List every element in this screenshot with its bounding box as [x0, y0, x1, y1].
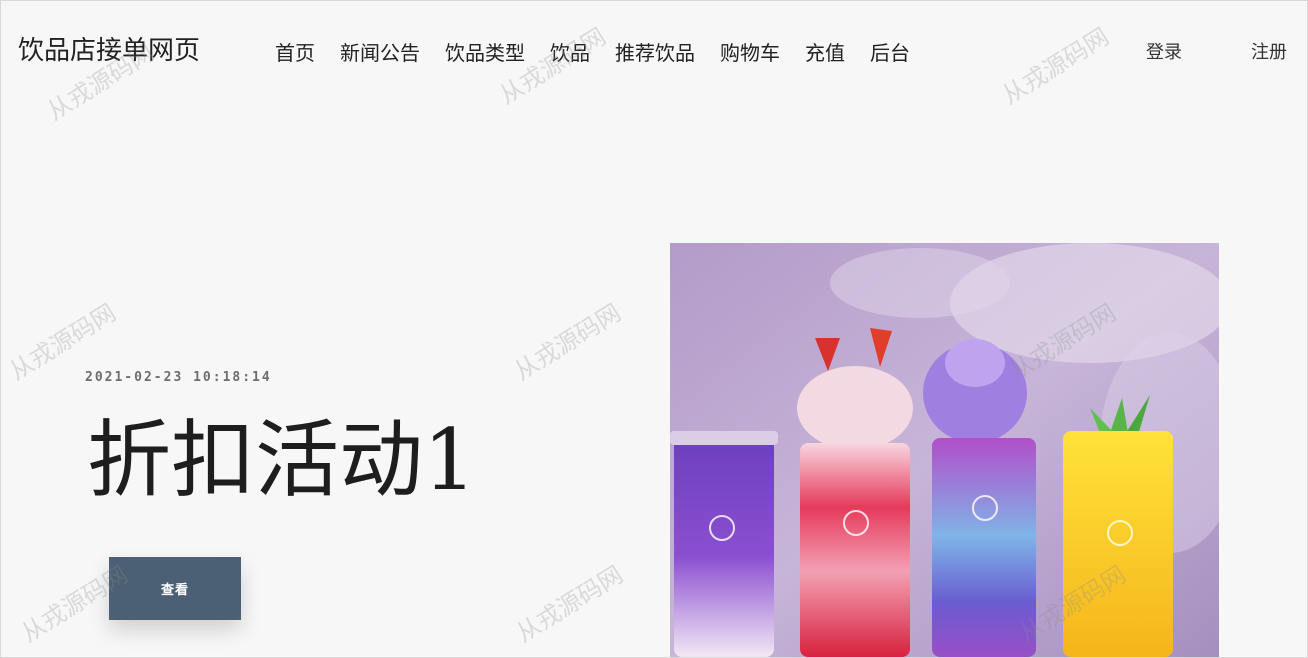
hero-drinks-image[interactable]: [670, 243, 1219, 657]
nav-item-drink-types[interactable]: 饮品类型: [445, 38, 525, 68]
main-nav: 首页 新闻公告 饮品类型 饮品 推荐饮品 购物车 充值 后台: [275, 38, 910, 68]
nav-item-recommended[interactable]: 推荐饮品: [615, 38, 695, 68]
post-date: 2021-02-23 10:18:14: [85, 370, 272, 385]
watermark-text: 从戎源码网: [509, 298, 626, 386]
drinks-illustration: [670, 243, 1219, 657]
nav-item-recharge[interactable]: 充值: [805, 38, 845, 68]
nav-item-news[interactable]: 新闻公告: [340, 38, 420, 68]
nav-item-cart[interactable]: 购物车: [720, 38, 780, 68]
nav-item-drinks[interactable]: 饮品: [550, 38, 590, 68]
register-link[interactable]: 注册: [1251, 40, 1287, 66]
view-button[interactable]: 查看: [109, 557, 241, 620]
nav-item-admin[interactable]: 后台: [870, 38, 910, 68]
login-link[interactable]: 登录: [1146, 40, 1182, 66]
site-title[interactable]: 饮品店接单网页: [18, 33, 200, 69]
watermark-text: 从戎源码网: [997, 22, 1114, 110]
nav-item-home[interactable]: 首页: [275, 38, 315, 68]
post-title: 折扣活动1: [87, 411, 477, 509]
page: 饮品店接单网页 首页 新闻公告 饮品类型 饮品 推荐饮品 购物车 充值 后台 登…: [0, 0, 1308, 658]
watermark-text: 从戎源码网: [511, 560, 628, 648]
